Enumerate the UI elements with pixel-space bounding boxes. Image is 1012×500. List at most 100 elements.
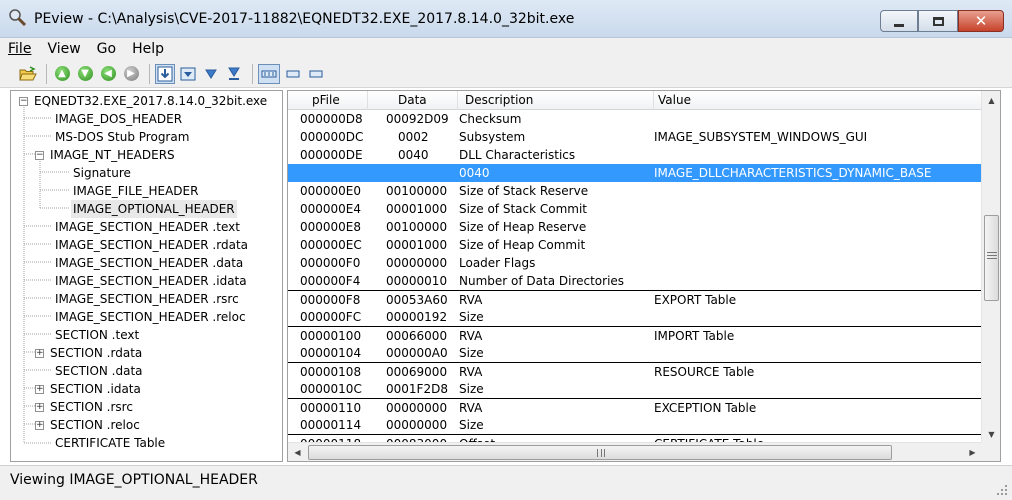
table-row[interactable]: 000000EC 00001000 Size of Heap Commit (288, 236, 982, 254)
vertical-scroll-thumb[interactable] (984, 215, 999, 301)
menu-go[interactable]: Go (89, 38, 124, 60)
grip-icon (987, 250, 997, 261)
column-header-data[interactable]: Data (368, 91, 458, 110)
grip-icon (597, 449, 605, 457)
table-row[interactable]: 000000E4 00001000 Size of Stack Commit (288, 200, 982, 218)
collapse-icon[interactable]: − (19, 96, 28, 106)
expand-icon[interactable]: + (35, 402, 44, 412)
menu-view[interactable]: View (39, 38, 88, 60)
tree-item[interactable]: IMAGE_SECTION_HEADER .reloc (53, 308, 248, 326)
go-up-button[interactable]: ▲ (52, 64, 72, 84)
column-header-value[interactable]: Value (654, 91, 982, 110)
table-row[interactable]: 000000F8 00053A60 RVA EXPORT Table (288, 290, 982, 308)
expand-icon[interactable]: + (35, 420, 44, 430)
vertical-scrollbar[interactable]: ▲ ▼ (981, 91, 1000, 444)
tree-item[interactable]: IMAGE_SECTION_HEADER .data (53, 254, 245, 272)
tree-item[interactable]: Signature (71, 164, 133, 182)
view-icon (261, 70, 277, 77)
view-last-button[interactable] (224, 64, 244, 84)
table-row[interactable]: 000000DE 0040 DLL Characteristics (288, 146, 982, 164)
tree-item[interactable]: MS-DOS Stub Program (53, 128, 191, 146)
go-forward-button[interactable]: ▶ (121, 64, 141, 84)
table-row[interactable]: 000000F0 00000000 Loader Flags (288, 254, 982, 272)
scroll-up-icon[interactable]: ▲ (983, 92, 1000, 109)
view-small-icon (286, 70, 300, 77)
toolbar-separator (46, 63, 47, 84)
tree-item-selected[interactable]: IMAGE_OPTIONAL_HEADER (71, 200, 237, 218)
table-row[interactable]: 000000E0 00100000 Size of Stack Reserve (288, 182, 982, 200)
nav-down-icon: ▼ (77, 66, 93, 81)
table-row[interactable]: 00000108 00069000 RVA RESOURCE Table (288, 362, 982, 380)
nav-forward-icon: ▶ (123, 66, 139, 81)
minimize-icon (894, 23, 904, 27)
view-dwords-button[interactable] (306, 64, 326, 84)
go-down-button[interactable]: ▼ (75, 64, 95, 84)
close-icon: ✕ (974, 12, 988, 30)
go-back-button[interactable]: ◀ (98, 64, 118, 84)
status-bar: Viewing IMAGE_OPTIONAL_HEADER (0, 465, 1012, 500)
view-next-button[interactable] (201, 64, 221, 84)
tree-item[interactable]: SECTION .data (53, 362, 145, 380)
details-list[interactable]: pFile Data Description Value 000000D8 000… (287, 90, 1001, 462)
structure-tree[interactable]: − EQNEDT32.EXE_2017.8.14.0_32bit.exe IMA… (10, 90, 283, 462)
collapse-icon[interactable]: − (35, 150, 44, 160)
table-row[interactable]: 000000D8 00092D09 Checksum (288, 110, 982, 128)
view-data-button[interactable] (155, 63, 175, 84)
view-bytes-button[interactable] (258, 63, 280, 84)
tree-item[interactable]: IMAGE_SECTION_HEADER .text (53, 218, 242, 236)
table-row[interactable]: 000000E8 00100000 Size of Heap Reserve (288, 218, 982, 236)
toolbar-separator (252, 63, 253, 84)
menu-file[interactable]: File (0, 38, 39, 60)
expand-icon[interactable]: + (35, 384, 44, 394)
down-arrow-box-icon (157, 66, 173, 81)
tree-item[interactable]: IMAGE_DOS_HEADER (53, 110, 184, 128)
tree-item[interactable]: IMAGE_SECTION_HEADER .idata (53, 272, 249, 290)
minimize-button[interactable] (880, 10, 918, 32)
expand-icon[interactable]: + (35, 348, 44, 358)
toolbar-separator (149, 63, 150, 84)
scrollbar-corner (981, 442, 1000, 461)
tree-item[interactable]: + SECTION .rsrc (35, 398, 135, 416)
table-row[interactable]: 00000100 00066000 RVA IMPORT Table (288, 326, 982, 344)
view-value-button[interactable] (178, 64, 198, 84)
menu-bar: File View Go Help (0, 38, 1012, 60)
table-row[interactable]: 000000FC 00000192 Size (288, 308, 982, 326)
tree-item-root[interactable]: − EQNEDT32.EXE_2017.8.14.0_32bit.exe (19, 92, 269, 110)
table-row[interactable]: 000000DC 0002 Subsystem IMAGE_SUBSYSTEM_WIN… (288, 128, 982, 146)
dropdown-box-icon (180, 67, 196, 80)
scroll-down-icon[interactable]: ▼ (983, 426, 1000, 443)
table-row[interactable]: 0000010C 0001F2D8 Size (288, 380, 982, 398)
resize-grip-icon[interactable] (996, 484, 1008, 496)
table-row-selected[interactable]: 0040 IMAGE_DLLCHARACTERISTICS_DYNAMIC_BAS… (288, 164, 982, 182)
table-row[interactable]: 00000104 000000A0 Size (288, 344, 982, 362)
tree-item[interactable]: IMAGE_FILE_HEADER (71, 182, 200, 200)
horizontal-scrollbar[interactable]: ◀ ▶ (288, 442, 982, 461)
maximize-button[interactable] (918, 10, 958, 32)
open-file-button[interactable] (18, 64, 38, 84)
menu-help[interactable]: Help (124, 38, 172, 60)
tree-item[interactable]: IMAGE_SECTION_HEADER .rdata (53, 236, 250, 254)
scroll-right-icon[interactable]: ▶ (964, 444, 981, 461)
list-rows: 000000D8 00092D09 Checksum 000000DC 0002 Sub… (288, 110, 982, 452)
tree-item[interactable]: + SECTION .idata (35, 380, 143, 398)
tree-item[interactable]: + SECTION .reloc (35, 416, 142, 434)
table-row[interactable]: 00000110 00000000 RVA EXCEPTION Table (288, 398, 982, 416)
view-small-icon (309, 70, 323, 77)
scroll-left-icon[interactable]: ◀ (289, 444, 306, 461)
nav-up-icon: ▲ (54, 66, 70, 81)
column-header-description[interactable]: Description (458, 91, 654, 110)
column-header-pfile[interactable]: pFile (288, 91, 368, 110)
view-words-button[interactable] (283, 64, 303, 84)
tree-item[interactable]: SECTION .text (53, 326, 141, 344)
tree-item[interactable]: IMAGE_SECTION_HEADER .rsrc (53, 290, 241, 308)
tree-item[interactable]: − IMAGE_NT_HEADERS (35, 146, 177, 164)
horizontal-scroll-thumb[interactable] (308, 445, 892, 460)
table-row[interactable]: 000000F4 00000010 Number of Data Directori… (288, 272, 982, 290)
nav-back-icon: ◀ (100, 66, 116, 81)
title-bar: PEview - C:\Analysis\CVE-2017-11882\EQNE… (0, 0, 1012, 38)
table-row[interactable]: 00000114 00000000 Size (288, 416, 982, 434)
toolbar: ▲ ▼ ◀ ▶ (0, 60, 1012, 88)
tree-item[interactable]: + SECTION .rdata (35, 344, 144, 362)
tree-item[interactable]: CERTIFICATE Table (53, 434, 167, 452)
close-button[interactable]: ✕ (958, 10, 1004, 32)
